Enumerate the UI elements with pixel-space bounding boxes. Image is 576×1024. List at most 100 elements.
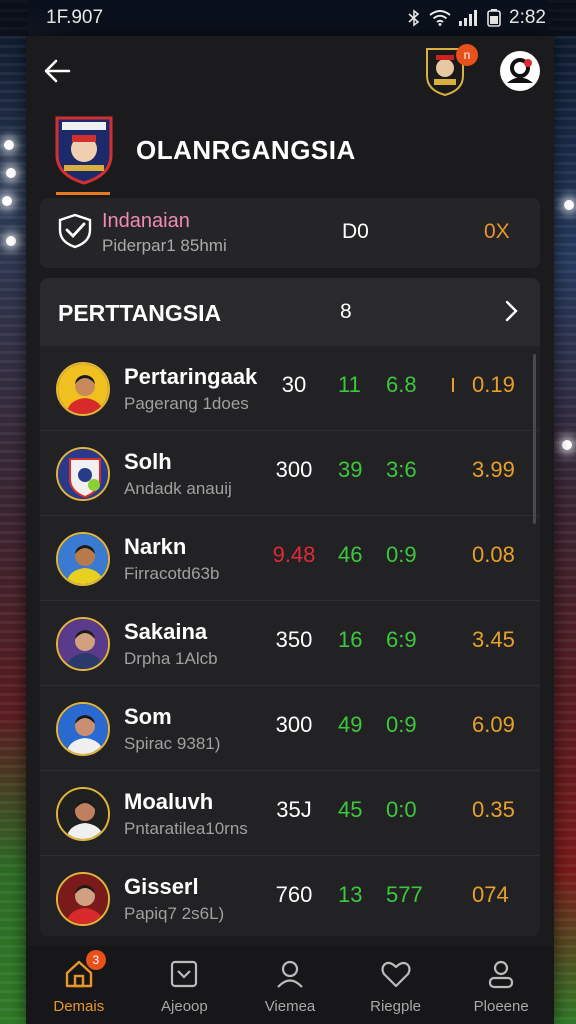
profile-button[interactable] [500,51,540,91]
table-title: PERTTANGSIA [58,300,222,326]
club-header: OLANRGANGSIA [26,108,554,192]
floodlight [564,200,574,210]
avatar [56,702,110,756]
player-value-1: 30 [281,372,307,397]
active-tab-indicator [56,192,110,195]
summary-title: Indanaian [102,210,190,232]
floodlight [2,196,12,206]
table-row[interactable]: Sakaina Drpha 1Alcb 350 16 6:9 3.45 [40,601,540,686]
bottom-navigation: 3 Demais Ajeoop Viemea Riegple Ploeene [26,946,554,1024]
notification-badge: n [456,44,478,66]
battery-icon [487,9,501,27]
player-value-3: 3:6 [386,457,417,482]
wifi-icon [429,10,451,26]
nav-item-favorites[interactable]: Riegple [351,958,441,1015]
player-subtitle: Spirac 9381) [124,734,221,753]
player-value-3: 0:9 [386,712,417,737]
player-value-1: 300 [275,457,313,482]
nav-label: Ajeoop [161,998,208,1015]
chevron-right-icon[interactable] [498,298,524,324]
player-table: PERTTANGSIA 8 Pertaringaak Pagerang 1doe… [40,278,540,936]
table-row[interactable]: Narkn Firracotd63b 9.48 46 0:9 0.08 [40,516,540,601]
scrollbar[interactable] [533,354,536,524]
player-subtitle: Pntaratilea10rns [124,819,248,838]
player-value-2: 45 [338,797,363,822]
nav-label: Riegple [370,998,422,1015]
floodlight [6,236,16,246]
player-name: Pertaringaak [124,364,258,389]
summary-value: D0 [342,220,369,243]
floodlight [4,140,14,150]
player-subtitle: Drpha 1Alcb [124,649,218,668]
top-bar: n [26,36,554,106]
player-value-1: 300 [275,712,313,737]
player-subtitle: Firracotd63b [124,564,220,583]
summary-card[interactable]: Indanaian Piderpar1 85hmi D0 0X [40,198,540,268]
player-value-2: 11 [338,372,361,397]
back-arrow-icon [44,59,71,83]
stats-icon [171,960,198,988]
player-value-4: 3.99 [472,457,515,482]
stadium-background-left [0,0,28,1024]
avatar [56,787,110,841]
player-subtitle: Papiq7 2s6L) [124,904,225,923]
nav-badge: 3 [85,950,106,970]
nav-label: Ploeene [473,998,529,1015]
status-time: 1F.907 [46,7,104,28]
player-value-1: 35J [276,797,312,822]
nav-label: Demais [53,998,105,1015]
player-name: Narkn [124,534,187,559]
player-value-2: 13 [338,882,363,907]
player-subtitle: Pagerang 1does [124,394,249,413]
player-value-1: 9.48 [272,542,316,567]
player-subtitle: Andadk anauij [124,479,232,498]
table-header[interactable]: PERTTANGSIA 8 [40,278,540,346]
nav-item-home[interactable]: 3 Demais [34,950,124,1015]
avatar [56,447,110,501]
table-row[interactable]: Gisserl Papiq7 2s6L) 760 13 577 074 [40,856,540,936]
club-crest-icon [55,116,113,185]
floodlight [6,168,16,178]
player-value-3: 0:0 [386,797,417,822]
player-value-3: 6.8 [386,372,417,397]
player-value-1: 350 [275,627,313,652]
player-list: Pertaringaak Pagerang 1does 30 11 6.8 0.… [40,346,540,936]
avatar [56,872,110,926]
table-row[interactable]: Solh Andadk anauij 300 39 3:6 3.99 [40,431,540,516]
player-value-4: 0.19 [472,372,515,397]
nav-item-profile[interactable]: Ploeene [456,958,546,1015]
player-value-4: 074 [472,882,509,907]
summary-percent: 0X [484,220,510,243]
trend-marker [452,378,454,392]
user-icon [277,960,303,988]
back-button[interactable] [40,53,76,89]
table-row[interactable]: Som Spirac 9381) 300 49 0:9 6.09 [40,686,540,771]
floodlight [562,440,572,450]
player-value-4: 0.35 [472,797,515,822]
profile-icon [489,960,514,989]
player-value-1: 760 [275,882,313,907]
profile-icon [507,58,533,83]
avatar [56,617,110,671]
player-value-2: 49 [338,712,363,737]
club-name: OLANRGANGSIA [136,134,356,165]
player-value-3: 6:9 [386,627,417,652]
club-badge-button[interactable]: n [424,44,478,97]
player-value-2: 46 [338,542,363,567]
bluetooth-icon [408,9,420,27]
avatar [56,362,110,416]
player-value-4: 3.45 [472,627,515,652]
nav-item-stats[interactable]: Ajeoop [139,958,229,1015]
avatar [56,532,110,586]
table-row[interactable]: Moaluvh Pntaratilea10rns 35J 45 0:0 0.35 [40,771,540,856]
table-row[interactable]: Pertaringaak Pagerang 1does 30 11 6.8 0.… [40,346,540,431]
player-name: Sakaina [124,619,208,644]
player-name: Gisserl [124,874,199,899]
app-panel: n OLANRGANGSIA Indanaian Piderpar1 85hmi… [26,36,554,1024]
player-name: Solh [124,449,172,474]
player-value-3: 577 [386,882,423,907]
nav-item-players[interactable]: Viemea [245,958,335,1015]
status-bar: 1F.907 2:82 [0,0,576,36]
player-name: Som [124,704,172,729]
summary-subtitle: Piderpar1 85hmi [102,236,227,255]
